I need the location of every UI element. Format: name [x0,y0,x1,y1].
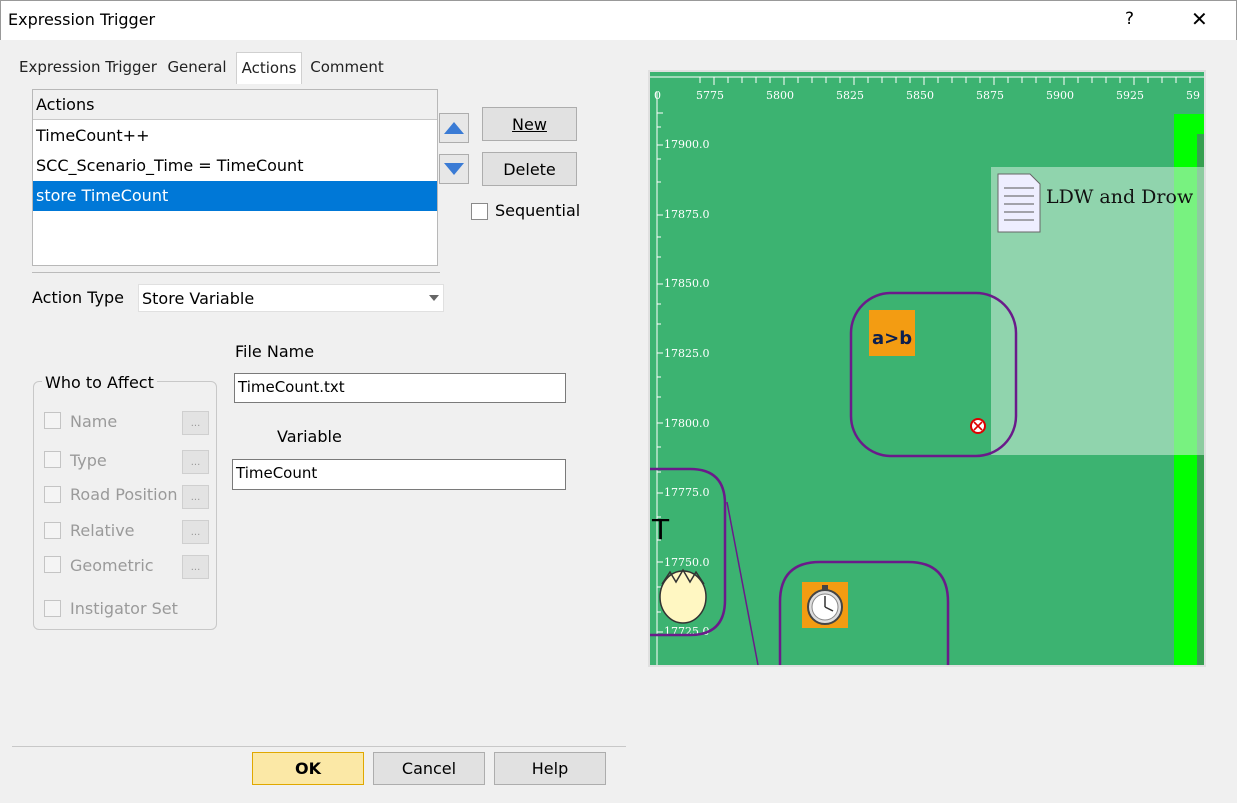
ok-button-label: OK [295,759,321,778]
connector-line [726,501,759,665]
help-button-label: Help [531,759,569,778]
list-item[interactable]: store TimeCount [33,181,437,211]
action-type-select[interactable]: Store Variable [138,284,444,312]
t-marker: T [651,513,670,546]
y-tick-label: 17800.0 [664,417,710,430]
road-position-browse-button[interactable]: ... [182,485,209,509]
move-down-button[interactable] [439,154,469,184]
trigger-anchor-icon [970,418,986,434]
relative-checkbox[interactable] [44,522,61,539]
x-tick-label: 5775 [696,89,724,102]
map-canvas: 0 5775 5800 5825 5850 5875 5900 5925 59 … [650,76,1204,665]
name-browse-button[interactable]: ... [182,411,209,435]
delete-button[interactable]: Delete [482,152,577,186]
x-tick-label: 5800 [766,89,794,102]
x-tick-label: 5875 [976,89,1004,102]
y-tick-label: 17875.0 [664,208,710,221]
scenario-map-preview[interactable]: 0 5775 5800 5825 5850 5875 5900 5925 59 … [648,70,1206,667]
tab-comment[interactable]: Comment [307,52,387,83]
action-type-value: Store Variable [142,289,255,308]
instigator-set-checkbox[interactable] [44,600,61,617]
tab-general[interactable]: General [163,52,231,83]
relative-label: Relative [70,521,135,540]
y-tick-label: 17900.0 [664,138,710,151]
list-item[interactable]: SCC_Scenario_Time = TimeCount [33,151,437,181]
x-tick-label: 5925 [1116,89,1144,102]
file-name-input[interactable]: TimeCount.txt [234,373,566,403]
close-icon[interactable]: ✕ [1191,7,1208,31]
x-tick-label: 5825 [836,89,864,102]
actions-list[interactable]: Actions TimeCount++ SCC_Scenario_Time = … [32,89,438,266]
y-tick-label: 17825.0 [664,347,710,360]
list-item[interactable]: TimeCount++ [33,121,437,151]
divider [32,272,440,273]
title-bar: Expression Trigger ? ✕ [0,0,1237,40]
tab-actions[interactable]: Actions [236,52,302,84]
help-icon[interactable]: ? [1125,9,1134,29]
road-position-checkbox[interactable] [44,486,61,503]
instigator-set-label: Instigator Set [70,599,178,618]
action-type-label: Action Type [32,288,124,307]
x-tick-label: 5900 [1046,89,1074,102]
geometric-label: Geometric [70,556,154,575]
document-icon [997,173,1041,233]
chevron-down-icon [429,295,439,301]
delete-button-label: Delete [503,159,556,179]
sequential-label: Sequential [495,201,581,220]
sequential-checkbox[interactable] [471,203,488,220]
name-label: Name [70,412,118,431]
note-text: LDW and Drow [1046,186,1194,208]
window-title: Expression Trigger [8,10,156,29]
road-position-label: Road Position [70,485,178,504]
y-tick-label: 17750.0 [664,556,710,569]
y-tick-label: 17850.0 [664,277,710,290]
x-ruler [650,76,1204,85]
geometric-browse-button[interactable]: ... [182,555,209,579]
new-button-label: New [512,114,547,134]
footer-divider [12,746,626,747]
geometric-checkbox[interactable] [44,556,61,573]
x-tick-label: 59 [1186,89,1200,102]
new-button[interactable]: New [482,107,577,141]
x-tick-labels: 0 5775 5800 5825 5850 5875 5900 5925 59 [654,89,1200,102]
x-tick-label: 0 [654,89,661,102]
x-tick-label: 5850 [906,89,934,102]
y-ruler [656,92,663,665]
ok-button[interactable]: OK [252,752,364,785]
move-up-button[interactable] [439,113,469,143]
file-name-label: File Name [235,342,315,361]
type-label: Type [70,451,107,470]
actions-list-header: Actions [33,90,437,120]
arrow-down-icon [444,163,464,175]
type-browse-button[interactable]: ... [182,450,209,474]
help-button[interactable]: Help [494,752,606,785]
arrow-up-icon [444,122,464,134]
y-tick-labels: 17900.0 17875.0 17850.0 17825.0 17800.0 … [664,138,710,638]
cancel-button[interactable]: Cancel [373,752,485,785]
egg-icon [659,568,707,624]
y-tick-label: 17775.0 [664,486,710,499]
type-checkbox[interactable] [44,451,61,468]
variable-label: Variable [277,427,342,446]
who-to-affect-title: Who to Affect [42,373,157,392]
expression-icon: a>b [872,328,912,349]
tab-expression-trigger[interactable]: Expression Trigger [19,52,157,83]
cancel-button-label: Cancel [401,759,457,778]
relative-browse-button[interactable]: ... [182,520,209,544]
variable-input[interactable]: TimeCount [232,459,566,490]
name-checkbox[interactable] [44,412,61,429]
